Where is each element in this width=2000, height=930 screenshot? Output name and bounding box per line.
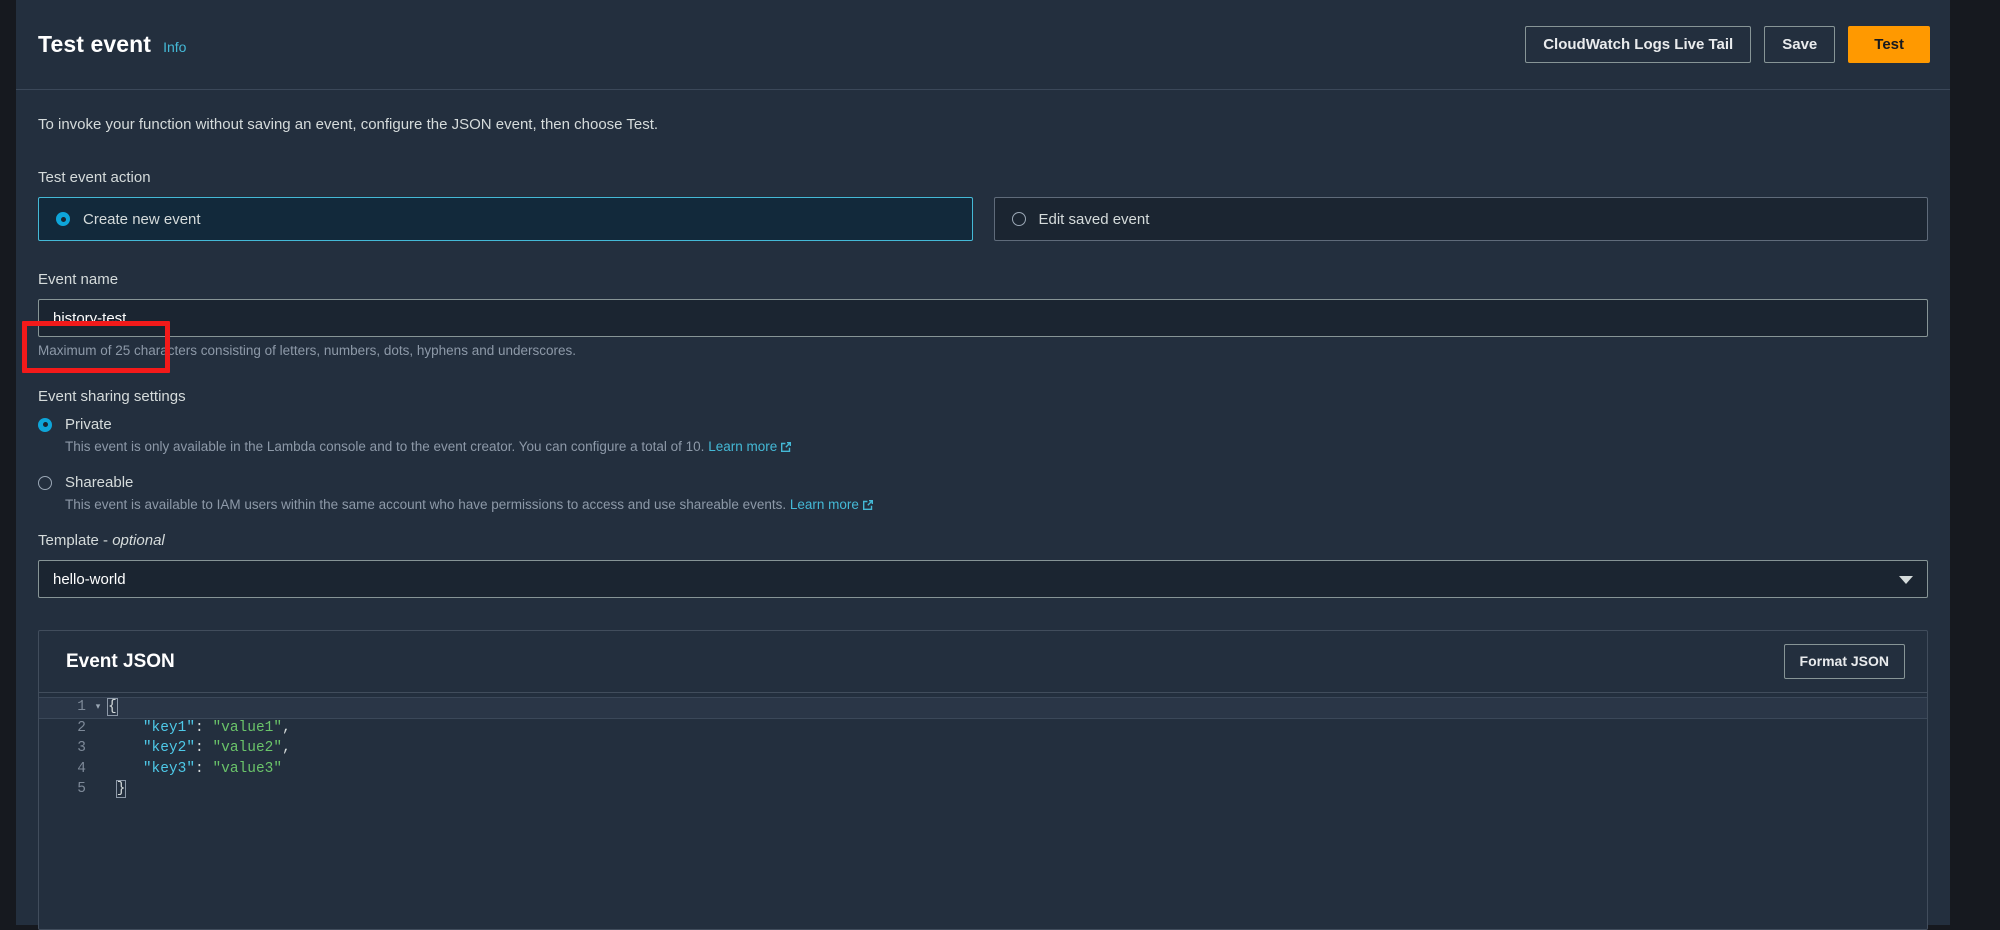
learn-more-link[interactable]: Learn more bbox=[708, 439, 777, 454]
page-header: Test event Info CloudWatch Logs Live Tai… bbox=[16, 0, 1950, 90]
radio-icon-unselected bbox=[38, 475, 52, 490]
editor-line-divider bbox=[39, 697, 1927, 698]
event-json-header: Event JSON Format JSON bbox=[39, 631, 1927, 693]
header-title-group: Test event Info bbox=[38, 31, 186, 58]
sharing-option-name: Private bbox=[65, 416, 112, 433]
json-comma: , bbox=[282, 719, 291, 736]
page-body: To invoke your function without saving a… bbox=[16, 90, 1950, 930]
sharing-description-text: This event is available to IAM users wit… bbox=[65, 497, 787, 512]
sharing-option-shareable: Shareable This event is available to IAM… bbox=[38, 474, 1928, 514]
radio-tile-create-new-event[interactable]: Create new event bbox=[38, 197, 973, 241]
template-select[interactable]: hello-world bbox=[38, 560, 1928, 598]
template-label-text: Template - bbox=[38, 532, 113, 549]
code-line[interactable]: 5 } bbox=[39, 779, 1927, 800]
sharing-option-name: Shareable bbox=[65, 474, 134, 491]
code-text: } bbox=[105, 779, 127, 800]
radio-icon-unselected bbox=[1011, 212, 1026, 226]
json-value: "value1" bbox=[212, 719, 283, 736]
event-name-hint: Maximum of 25 characters consisting of l… bbox=[38, 343, 577, 358]
code-line[interactable]: 4 "key3": "value3" bbox=[39, 759, 1927, 780]
radio-tile-label: Edit saved event bbox=[1038, 210, 1150, 228]
line-number: 5 bbox=[77, 781, 86, 797]
cloudwatch-logs-live-tail-button[interactable]: CloudWatch Logs Live Tail bbox=[1525, 25, 1752, 64]
event-sharing-label: Event sharing settings bbox=[38, 388, 186, 405]
line-number: 4 bbox=[77, 760, 86, 777]
sharing-description-text: This event is only available in the Lamb… bbox=[65, 439, 705, 454]
radio-icon-selected bbox=[38, 417, 52, 432]
code-text: "key3": "value3" bbox=[105, 759, 282, 780]
event-name-label: Event name bbox=[38, 271, 119, 288]
code-text: { bbox=[105, 697, 118, 718]
template-label: Template - optional bbox=[38, 532, 1928, 549]
template-label-optional: optional bbox=[112, 532, 165, 549]
event-json-title: Event JSON bbox=[66, 650, 175, 672]
sharing-option-description: This event is only available in the Lamb… bbox=[65, 439, 1928, 456]
event-sharing-settings: Event sharing settings Private This even… bbox=[38, 388, 1928, 514]
template-select-value: hello-world bbox=[53, 570, 126, 588]
json-comma: , bbox=[282, 740, 291, 756]
chevron-down-icon bbox=[1899, 576, 1913, 584]
json-separator: : bbox=[195, 719, 213, 736]
sharing-option-private: Private This event is only available in … bbox=[38, 416, 1928, 456]
json-value: "value2" bbox=[212, 740, 283, 756]
radio-tile-edit-saved-event[interactable]: Edit saved event bbox=[993, 197, 1928, 241]
json-separator: : bbox=[195, 760, 213, 777]
line-number: 2 bbox=[77, 719, 86, 736]
code-text: "key2": "value2", bbox=[105, 738, 291, 759]
code-text: "key1": "value1", bbox=[105, 718, 291, 739]
brace-open: { bbox=[107, 698, 118, 716]
page-title: Test event bbox=[38, 31, 152, 57]
sharing-option-shareable-row[interactable]: Shareable bbox=[38, 474, 1928, 491]
test-event-action-label: Test event action bbox=[38, 169, 151, 186]
save-button[interactable]: Save bbox=[1764, 25, 1836, 64]
learn-more-link[interactable]: Learn more bbox=[790, 497, 859, 512]
radio-tile-label: Create new event bbox=[83, 210, 201, 228]
event-name-input[interactable] bbox=[38, 299, 1928, 337]
code-line[interactable]: 3 "key2": "value2", bbox=[39, 738, 1927, 759]
code-line[interactable]: 1 ▾ { bbox=[39, 697, 1927, 718]
code-line[interactable]: 2 "key1": "value1", bbox=[39, 718, 1927, 739]
format-json-button[interactable]: Format JSON bbox=[1783, 644, 1905, 679]
line-number: 3 bbox=[77, 740, 86, 756]
header-actions: CloudWatch Logs Live Tail Save Test bbox=[1525, 25, 1930, 64]
external-link-icon[interactable] bbox=[862, 499, 874, 514]
json-key: "key1" bbox=[142, 719, 196, 736]
json-code-editor[interactable]: 1 ▾ { 2 "key1": "value1", 3 "key2": "val… bbox=[39, 693, 1927, 929]
json-key: "key3" bbox=[142, 760, 196, 777]
json-separator: : bbox=[195, 740, 213, 756]
test-event-action-options: Create new event Edit saved event bbox=[38, 197, 1928, 241]
event-json-panel: Event JSON Format JSON 1 ▾ { 2 "key1": "… bbox=[38, 630, 1928, 930]
test-button[interactable]: Test bbox=[1848, 25, 1930, 64]
sharing-option-description: This event is available to IAM users wit… bbox=[65, 497, 1928, 514]
brace-close: } bbox=[115, 780, 127, 798]
editor-line-divider bbox=[39, 717, 1927, 719]
intro-text: To invoke your function without saving a… bbox=[38, 116, 659, 133]
json-value: "value3" bbox=[212, 760, 283, 777]
fold-arrow-icon[interactable]: ▾ bbox=[91, 697, 105, 718]
test-event-page: Test event Info CloudWatch Logs Live Tai… bbox=[16, 0, 1950, 930]
radio-icon-selected bbox=[56, 212, 70, 226]
line-number: 1 bbox=[77, 699, 86, 715]
info-link[interactable]: Info bbox=[163, 39, 186, 55]
external-link-icon[interactable] bbox=[780, 441, 792, 456]
json-key: "key2" bbox=[142, 740, 196, 756]
sharing-option-private-row[interactable]: Private bbox=[38, 416, 1928, 433]
